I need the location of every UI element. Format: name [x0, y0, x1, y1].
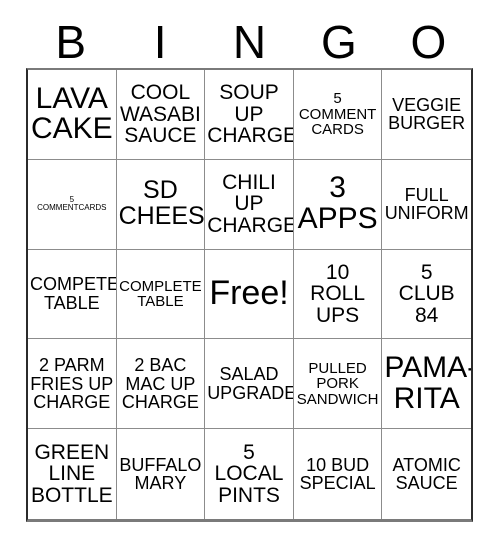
bingo-cell[interactable]: SALAD UPGRADE: [205, 339, 294, 430]
bingo-cell-label: 5 COMMENTCARDS: [37, 194, 107, 213]
bingo-cell[interactable]: 2 PARM FRIES UP CHARGE: [28, 339, 117, 430]
bingo-cell[interactable]: COOL WASABI SAUCE: [116, 70, 206, 160]
bingo-cell-label: 2 BAC MAC UP CHARGE: [121, 354, 199, 413]
bingo-header-letter-b: B: [55, 16, 87, 68]
bingo-cell-label: PAMA- RITA: [384, 350, 471, 415]
bingo-cell[interactable]: 5 COMMENTCARDS: [28, 159, 117, 250]
bingo-cell[interactable]: 5 LOCAL PINTS: [205, 429, 294, 519]
bingo-cell-label: SD CHEESE: [118, 176, 205, 231]
bingo-cell[interactable]: PAMA- RITA: [382, 339, 471, 430]
bingo-cell[interactable]: COMPLETE TABLE: [116, 249, 206, 340]
bingo-grid: LAVA CAKE COOL WASABI SAUCE SOUP UP CHARGE…: [26, 68, 473, 522]
bingo-cell-label: 10 ROLL UPS: [310, 260, 366, 327]
bingo-cell[interactable]: COMPETE TABLE: [28, 249, 117, 340]
bingo-cell-label: VEGGIE BURGER: [388, 94, 466, 134]
bingo-cell-label: GREEN LINE BOTTLE: [30, 440, 113, 507]
bingo-cell[interactable]: SOUP UP CHARGE: [205, 70, 294, 160]
bingo-cell-label: SALAD UPGRADE: [207, 364, 294, 403]
bingo-header-letter-n: N: [232, 16, 267, 68]
bingo-cell[interactable]: 2 BAC MAC UP CHARGE: [116, 339, 206, 430]
bingo-cell[interactable]: BUFFALO MARY: [117, 429, 206, 519]
bingo-cell-label: ATOMIC SAUCE: [392, 454, 461, 494]
bingo-cell-label: BUFFALO MARY: [119, 454, 202, 494]
bingo-header: B I N G O: [26, 16, 473, 68]
bingo-cell[interactable]: GREEN LINE BOTTLE: [28, 429, 117, 519]
bingo-cell-label: 5 COMMENT CARDS: [298, 90, 377, 139]
bingo-cell-label: 5 LOCAL PINTS: [214, 440, 284, 507]
bingo-cell-label: 5 CLUB 84: [398, 260, 455, 327]
bingo-cell[interactable]: 5 CLUB 84: [382, 250, 471, 340]
bingo-cell-label: 2 PARM FRIES UP CHARGE: [30, 354, 114, 413]
bingo-cell-label: 3 APPS: [297, 171, 378, 236]
bingo-cell-label: SOUP UP CHARGE: [207, 80, 294, 148]
bingo-cell-label: CHILI UP CHARGE: [207, 170, 294, 237]
bingo-cell[interactable]: SD CHEESE: [116, 159, 206, 250]
bingo-cell-label: COOL WASABI SAUCE: [119, 80, 201, 148]
bingo-cell[interactable]: LAVA CAKE: [28, 70, 117, 160]
bingo-cell-label: 10 BUD SPECIAL: [299, 454, 376, 494]
bingo-card: B I N G O LAVA CAKE COOL WASABI SAUCE SOUP…: [0, 0, 500, 544]
bingo-cell-label: COMPLETE TABLE: [119, 277, 202, 310]
bingo-cell-label: FULL UNIFORM: [384, 184, 469, 224]
bingo-cell[interactable]: 10 BUD SPECIAL: [294, 429, 383, 519]
bingo-cell-label: LAVA CAKE: [30, 81, 113, 146]
bingo-cell-label: Free!: [209, 274, 289, 313]
bingo-cell[interactable]: 5 COMMENT CARDS: [293, 70, 383, 160]
bingo-header-letter-o: O: [410, 16, 447, 68]
bingo-cell[interactable]: PULLED PORK SANDWICH: [293, 339, 383, 430]
bingo-header-letter-i: I: [153, 16, 167, 68]
bingo-cell[interactable]: 3 APPS: [293, 159, 383, 250]
bingo-cell[interactable]: 10 ROLL UPS: [293, 249, 383, 340]
bingo-header-letter-g: G: [321, 16, 357, 68]
bingo-cell[interactable]: CHILI UP CHARGE: [205, 159, 294, 250]
bingo-cell[interactable]: VEGGIE BURGER: [382, 70, 471, 160]
bingo-free-space[interactable]: Free!: [205, 249, 294, 340]
bingo-cell-label: COMPETE TABLE: [30, 274, 117, 313]
bingo-cell[interactable]: ATOMIC SAUCE: [382, 429, 471, 519]
bingo-cell[interactable]: FULL UNIFORM: [382, 160, 471, 250]
bingo-cell-label: PULLED PORK SANDWICH: [296, 359, 379, 408]
